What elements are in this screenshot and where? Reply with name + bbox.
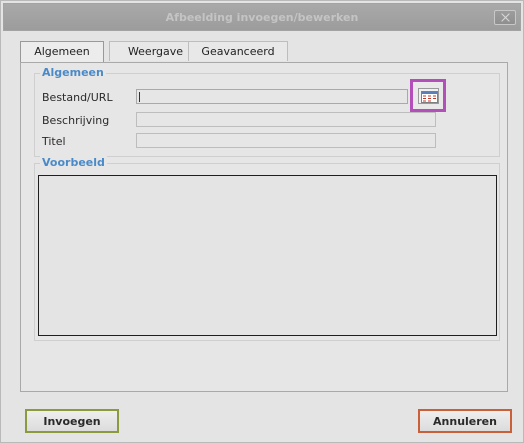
browse-button[interactable] <box>418 88 439 104</box>
dialog-title: Afbeelding invoegen/bewerken <box>165 11 359 24</box>
title-label: Titel <box>42 135 66 148</box>
image-dialog: Afbeelding invoegen/bewerken Algemeen We… <box>0 0 524 443</box>
close-icon[interactable] <box>494 10 516 25</box>
tab-advanced[interactable]: Geavanceerd <box>188 41 288 61</box>
title-bar[interactable]: Afbeelding invoegen/bewerken <box>3 3 521 31</box>
description-input[interactable] <box>136 112 436 127</box>
url-input[interactable] <box>136 89 408 104</box>
title-input[interactable] <box>136 133 436 148</box>
url-label: Bestand/URL <box>42 91 113 104</box>
browse-highlight <box>410 79 446 112</box>
browse-files-icon <box>421 91 438 103</box>
image-preview <box>38 175 497 336</box>
cancel-button[interactable]: Annuleren <box>418 409 512 433</box>
insert-button[interactable]: Invoegen <box>25 409 119 433</box>
description-label: Beschrijving <box>42 114 110 127</box>
general-legend: Algemeen <box>40 66 106 79</box>
text-caret <box>139 92 140 102</box>
tab-general[interactable]: Algemeen <box>20 41 104 63</box>
preview-legend: Voorbeeld <box>40 156 107 169</box>
